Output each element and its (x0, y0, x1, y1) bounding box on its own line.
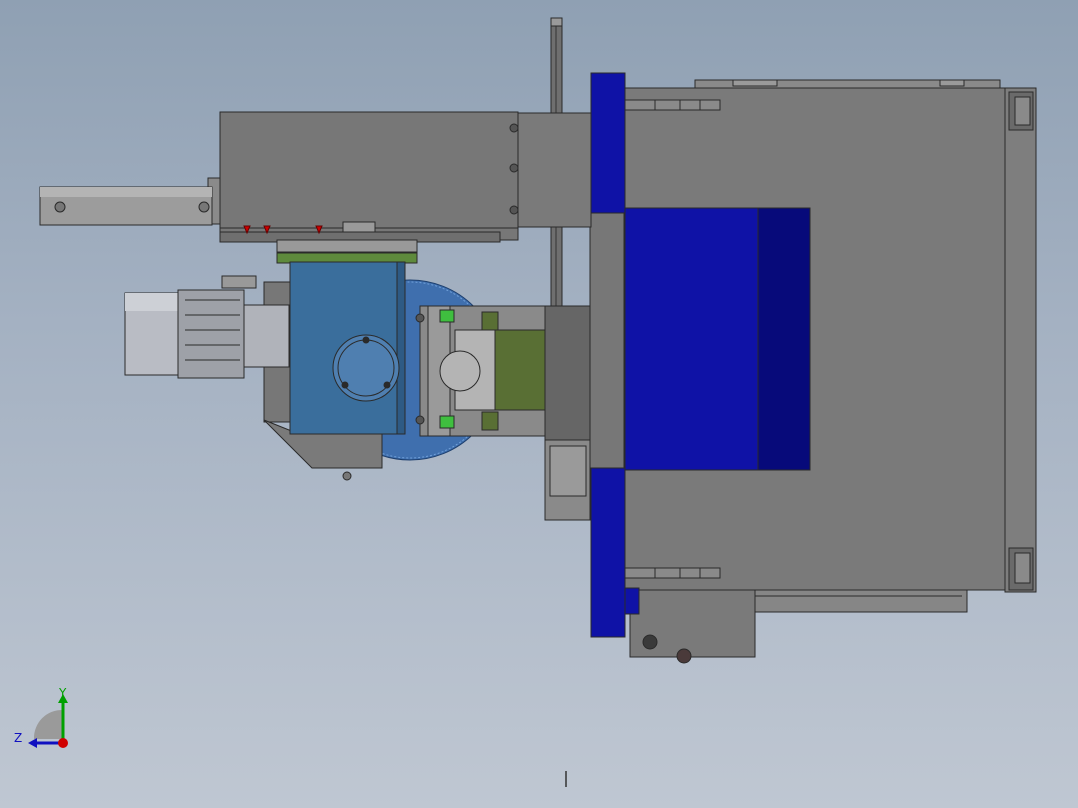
y-axis-label: Y (59, 686, 67, 700)
clamp-block (415, 305, 591, 521)
z-axis-label: Z (14, 731, 23, 745)
coordinate-triad: Y Z (10, 684, 80, 754)
graphics-viewport[interactable]: Y Z (0, 0, 1078, 808)
origin-marker (565, 771, 567, 787)
gearbox-housing (219, 111, 592, 243)
slide-rail (276, 239, 418, 264)
feed-cylinder (39, 177, 221, 226)
cad-model[interactable] (0, 0, 1078, 808)
